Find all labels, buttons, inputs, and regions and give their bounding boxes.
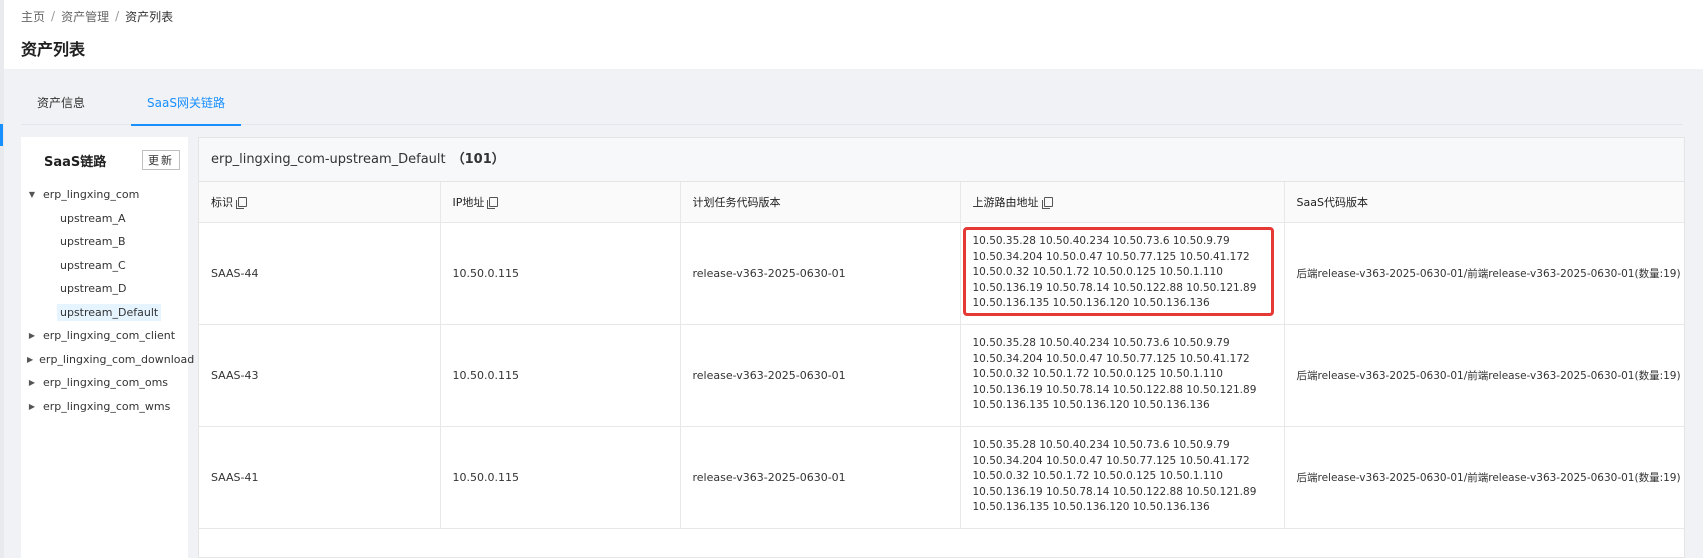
column-header-label: IP地址 bbox=[452, 195, 485, 209]
caret-right-icon[interactable]: ▶ bbox=[27, 331, 37, 340]
tree-child-label: upstream_C bbox=[60, 258, 126, 272]
cell-saas-version-text: 后端release-v363-2025-0630-01/前端release-v3… bbox=[1296, 471, 1681, 484]
cell-id: SAAS-41 bbox=[199, 426, 441, 529]
column-header-label: 上游路由地址 bbox=[972, 195, 1039, 209]
cell-plan-version: release-v363-2025-0630-01 bbox=[680, 324, 961, 427]
tree-child-label: upstream_D bbox=[60, 282, 127, 295]
cell-ip-text: 10.50.0.115 bbox=[452, 470, 519, 484]
cell-ip-text: 10.50.0.115 bbox=[452, 266, 519, 280]
caret-right-icon[interactable]: ▶ bbox=[27, 378, 37, 387]
column-header-upstream: 上游路由地址 bbox=[960, 182, 1285, 223]
cell-id-text: SAAS-44 bbox=[211, 266, 259, 280]
tree-node-label: erp_lingxing_com_download bbox=[39, 352, 195, 366]
tree-child-item[interactable]: upstream_C bbox=[21, 254, 188, 278]
sidebar: SaaS链路 更新 ▼ erp_lingxing_com upstream_Aups… bbox=[21, 137, 194, 558]
cell-id: SAAS-44 bbox=[199, 222, 441, 325]
tab-bar: 资产信息 SaaS网关链路 bbox=[21, 91, 1683, 126]
tab-asset-info[interactable]: 资产信息 bbox=[21, 91, 101, 125]
table-row: SAAS-43 10.50.0.115 release-v363-2025-0630… bbox=[199, 324, 1684, 427]
tree-node-collapsed[interactable]: ▶ erp_lingxing_com_download bbox=[21, 348, 194, 372]
tree-node-label: erp_lingxing_com_client bbox=[43, 329, 176, 343]
cell-upstream: 10.50.35.28 10.50.40.234 10.50.73.6 10.5… bbox=[960, 324, 1285, 427]
column-header-label: 计划任务代码版本 bbox=[692, 195, 781, 209]
copy-icon[interactable] bbox=[487, 196, 499, 209]
sidebar-title: SaaS链路 bbox=[44, 154, 107, 170]
asset-table: 标识 IP地址 计划任务代码版本 上游路由地址 SaaS代码版本 SAAS-44… bbox=[199, 182, 1684, 529]
tree-node-erp-lingxing-com[interactable]: ▼ erp_lingxing_com bbox=[21, 183, 188, 207]
breadcrumb: 主页 / 资产管理 / 资产列表 bbox=[21, 8, 1703, 24]
tree-node-collapsed[interactable]: ▶ erp_lingxing_com_client bbox=[21, 324, 188, 348]
cell-ip-text: 10.50.0.115 bbox=[452, 368, 519, 382]
tree-node-label: erp_lingxing_com bbox=[43, 188, 140, 202]
tree-child-item[interactable]: upstream_Default bbox=[21, 301, 188, 325]
column-header-label: 标识 bbox=[211, 195, 233, 209]
cell-upstream-text: 10.50.35.28 10.50.40.234 10.50.73.6 10.5… bbox=[972, 337, 1257, 412]
column-header-saas-version: SaaS代码版本 bbox=[1284, 182, 1684, 223]
cell-upstream: 10.50.35.28 10.50.40.234 10.50.73.6 10.5… bbox=[960, 222, 1285, 325]
main-content: 资产信息 SaaS网关链路 SaaS链路 更新 ▼ erp_lingxing_co… bbox=[4, 69, 1703, 558]
cell-plan-version: release-v363-2025-0630-01 bbox=[680, 222, 961, 325]
link-tree: ▼ erp_lingxing_com upstream_A upstream_Bups… bbox=[21, 183, 194, 419]
column-header-id: 标识 bbox=[199, 182, 441, 223]
breadcrumb-separator: / bbox=[51, 9, 56, 23]
tree-child-item[interactable]: upstream_A bbox=[21, 207, 188, 231]
panel-count: （101） bbox=[451, 152, 505, 167]
cell-plan-version: release-v363-2025-0630-01 bbox=[680, 426, 961, 529]
cell-upstream: 10.50.35.28 10.50.40.234 10.50.73.6 10.5… bbox=[960, 426, 1285, 529]
table-row: SAAS-41 10.50.0.115 release-v363-2025-0630… bbox=[199, 426, 1684, 529]
cell-saas-version-text: 后端release-v363-2025-0630-01/前端release-v3… bbox=[1296, 369, 1681, 382]
cell-saas-version: 后端release-v363-2025-0630-01/前端release-v3… bbox=[1284, 222, 1684, 325]
breadcrumb-current: 资产列表 bbox=[125, 9, 174, 24]
table-header-row: 标识 IP地址 计划任务代码版本 上游路由地址 SaaS代码版本 bbox=[199, 182, 1684, 223]
breadcrumb-assets[interactable]: 资产管理 bbox=[61, 8, 109, 25]
tree-node-label: erp_lingxing_com_oms bbox=[43, 376, 169, 390]
copy-icon[interactable] bbox=[1041, 196, 1053, 209]
column-header-plan-version: 计划任务代码版本 bbox=[680, 182, 961, 223]
tree-child-label: upstream_B bbox=[60, 235, 126, 248]
cell-ip: 10.50.0.115 bbox=[440, 426, 681, 529]
page-header: 主页 / 资产管理 / 资产列表 资产列表 bbox=[4, 0, 1703, 69]
breadcrumb-home[interactable]: 主页 bbox=[21, 8, 45, 25]
caret-right-icon[interactable]: ▶ bbox=[27, 355, 33, 364]
cell-saas-version: 后端release-v363-2025-0630-01/前端release-v3… bbox=[1284, 324, 1684, 427]
column-header-ip: IP地址 bbox=[440, 182, 681, 223]
sidebar-header: SaaS链路 更新 bbox=[21, 137, 188, 171]
cell-ip: 10.50.0.115 bbox=[440, 222, 681, 325]
tree-node-collapsed[interactable]: ▶ erp_lingxing_com_wms bbox=[21, 395, 188, 419]
cell-id-text: SAAS-43 bbox=[211, 368, 259, 382]
tree-node-label: erp_lingxing_com_wms bbox=[43, 399, 171, 413]
copy-icon[interactable] bbox=[236, 196, 247, 209]
cell-saas-version-text: 后端release-v363-2025-0630-01/前端release-v3… bbox=[1296, 267, 1681, 280]
cell-id: SAAS-43 bbox=[199, 324, 441, 427]
column-header-label: SaaS代码版本 bbox=[1296, 195, 1368, 209]
caret-down-icon[interactable]: ▼ bbox=[27, 190, 37, 199]
left-edge-indicator bbox=[0, 124, 3, 146]
breadcrumb-separator: / bbox=[115, 9, 120, 23]
cell-upstream-text: 10.50.35.28 10.50.40.234 10.50.73.6 10.5… bbox=[972, 439, 1257, 514]
cell-plan-version-text: release-v363-2025-0630-01 bbox=[692, 470, 846, 484]
tab-saas-gateway[interactable]: SaaS网关链路 bbox=[131, 91, 241, 126]
tree-child-item[interactable]: upstream_B bbox=[21, 230, 188, 254]
cell-saas-version: 后端release-v363-2025-0630-01/前端release-v3… bbox=[1284, 426, 1684, 529]
caret-right-icon[interactable]: ▶ bbox=[27, 402, 37, 411]
table-row: SAAS-44 10.50.0.115 release-v363-2025-0630… bbox=[199, 222, 1684, 325]
tree-child-item[interactable]: upstream_D bbox=[21, 277, 188, 301]
cell-plan-version-text: release-v363-2025-0630-01 bbox=[692, 266, 846, 280]
page-title: 资产列表 bbox=[21, 40, 86, 59]
panel-title-text: erp_lingxing_com-upstream_Default bbox=[211, 152, 446, 167]
cell-ip: 10.50.0.115 bbox=[440, 324, 681, 427]
tree-child-label: upstream_A bbox=[60, 211, 126, 225]
cell-id-text: SAAS-41 bbox=[211, 470, 259, 484]
table-panel: erp_lingxing_com-upstream_Default （101） 标… bbox=[198, 137, 1685, 558]
panel-title: erp_lingxing_com-upstream_Default （101） bbox=[199, 138, 1684, 182]
refresh-button[interactable]: 更新 bbox=[142, 150, 180, 170]
cell-plan-version-text: release-v363-2025-0630-01 bbox=[692, 368, 846, 382]
tree-child-label: upstream_Default bbox=[57, 303, 162, 321]
cell-upstream-text: 10.50.35.28 10.50.40.234 10.50.73.6 10.5… bbox=[972, 235, 1257, 310]
tree-node-collapsed[interactable]: ▶ erp_lingxing_com_oms bbox=[21, 371, 188, 395]
